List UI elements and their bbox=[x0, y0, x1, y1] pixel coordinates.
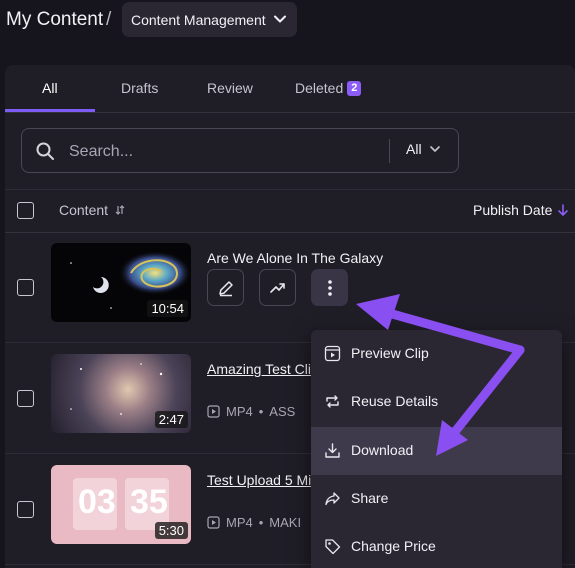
search-box: All bbox=[21, 128, 459, 173]
meta-dot: • bbox=[258, 404, 264, 419]
menu-item-label: Reuse Details bbox=[351, 393, 439, 409]
clock-digits-left: 03 bbox=[78, 483, 116, 521]
tab-all[interactable]: All bbox=[42, 65, 58, 111]
table-header: Content Publish Date bbox=[5, 189, 575, 233]
video-thumbnail[interactable]: 03 35 5:30 bbox=[51, 465, 191, 544]
sort-desc-icon bbox=[558, 204, 569, 217]
format-label: MP4 bbox=[226, 404, 253, 419]
sort-icon bbox=[115, 205, 125, 215]
tab-deleted[interactable]: Deleted 2 bbox=[295, 65, 362, 111]
chevron-down-icon bbox=[429, 146, 440, 152]
menu-item-label: Download bbox=[351, 442, 414, 458]
duration-badge: 2:47 bbox=[154, 411, 188, 428]
tag-icon bbox=[325, 539, 341, 555]
video-file-icon bbox=[207, 516, 220, 529]
menu-item-preview-clip[interactable]: Preview Clip bbox=[311, 330, 562, 378]
column-label: Publish Date bbox=[473, 202, 553, 218]
top-bar: My Content / Content Management bbox=[0, 0, 575, 40]
meta-label: MAKI bbox=[269, 515, 302, 530]
filter-value: All bbox=[406, 141, 422, 157]
row-checkbox[interactable] bbox=[17, 501, 34, 518]
reuse-icon bbox=[326, 395, 339, 408]
menu-item-label: Preview Clip bbox=[351, 345, 429, 361]
video-thumbnail[interactable]: 2:47 bbox=[51, 354, 191, 433]
more-vertical-icon bbox=[327, 279, 332, 296]
trending-up-icon bbox=[269, 282, 285, 293]
menu-item-reuse-details[interactable]: Reuse Details bbox=[311, 378, 562, 426]
page-title: My Content bbox=[6, 9, 104, 30]
edit-button[interactable] bbox=[207, 269, 244, 306]
tab-bar: All Drafts Review Deleted 2 bbox=[5, 65, 575, 113]
pencil-icon bbox=[218, 280, 233, 296]
format-label: MP4 bbox=[226, 515, 253, 530]
tab-label: Deleted bbox=[295, 80, 344, 96]
video-file-icon bbox=[207, 405, 220, 418]
content-title[interactable]: Amazing Test Cli bbox=[207, 361, 311, 377]
content-title[interactable]: Test Upload 5 Mi bbox=[207, 472, 311, 488]
row-checkbox[interactable] bbox=[17, 390, 34, 407]
search-icon bbox=[36, 142, 54, 160]
menu-item-label: Change Price bbox=[351, 538, 436, 554]
analytics-button[interactable] bbox=[259, 269, 296, 306]
preview-clip-icon bbox=[324, 345, 341, 362]
menu-item-download[interactable]: Download bbox=[311, 427, 562, 475]
menu-item-change-price[interactable]: Change Price bbox=[311, 523, 562, 568]
clock-digits-right: 35 bbox=[130, 483, 168, 521]
tab-drafts[interactable]: Drafts bbox=[121, 65, 158, 111]
tab-label: All bbox=[42, 80, 58, 96]
more-actions-button[interactable] bbox=[311, 269, 348, 306]
duration-badge: 5:30 bbox=[154, 522, 188, 539]
select-all-checkbox[interactable] bbox=[17, 202, 34, 219]
filter-select[interactable]: All bbox=[406, 141, 441, 157]
search-input[interactable] bbox=[67, 137, 381, 167]
dropdown-label: Content Management bbox=[131, 11, 266, 28]
divider bbox=[389, 139, 390, 163]
tab-label: Drafts bbox=[121, 80, 159, 96]
download-icon bbox=[325, 443, 340, 458]
tab-label: Review bbox=[207, 80, 253, 96]
duration-badge: 10:54 bbox=[147, 300, 188, 317]
more-actions-menu: Preview Clip Reuse Details Download Shar… bbox=[311, 330, 562, 568]
table-row[interactable]: 10:54 Are We Alone In The Galaxy bbox=[5, 232, 575, 343]
deleted-count-badge: 2 bbox=[347, 80, 362, 96]
publish-date-column-header[interactable]: Publish Date bbox=[473, 202, 569, 218]
share-icon bbox=[325, 492, 340, 506]
video-thumbnail[interactable]: 10:54 bbox=[51, 243, 191, 322]
breadcrumb-separator: / bbox=[106, 9, 112, 30]
row-checkbox[interactable] bbox=[17, 279, 34, 296]
content-title[interactable]: Are We Alone In The Galaxy bbox=[207, 250, 383, 266]
content-meta: MP4 • ASS bbox=[207, 404, 295, 419]
menu-item-label: Share bbox=[351, 490, 389, 506]
content-meta: MP4 • MAKI bbox=[207, 515, 301, 530]
meta-label: ASS bbox=[269, 404, 296, 419]
menu-item-share[interactable]: Share bbox=[311, 475, 562, 523]
column-label: Content bbox=[59, 202, 109, 218]
content-management-dropdown[interactable]: Content Management bbox=[122, 2, 297, 37]
chevron-down-icon bbox=[274, 15, 286, 23]
tab-review[interactable]: Review bbox=[207, 65, 253, 111]
content-column-header[interactable]: Content bbox=[59, 202, 126, 218]
active-tab-indicator bbox=[5, 109, 95, 112]
meta-dot: • bbox=[258, 515, 264, 530]
